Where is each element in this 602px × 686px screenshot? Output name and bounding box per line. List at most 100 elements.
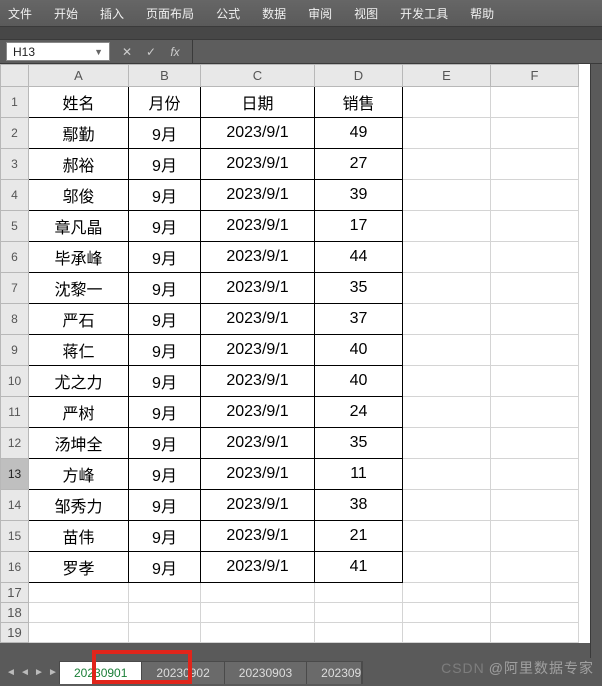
row-header[interactable]: 19 — [1, 623, 29, 643]
data-cell[interactable]: 2023/9/1 — [201, 459, 315, 490]
name-box[interactable]: H13 ▼ — [6, 42, 110, 61]
menu-item[interactable]: 数据 — [262, 5, 286, 22]
sheet-tab[interactable]: Sheet1 — [361, 661, 363, 684]
empty-cell[interactable] — [403, 149, 491, 180]
data-cell[interactable]: 2023/9/1 — [201, 211, 315, 242]
empty-cell[interactable] — [403, 335, 491, 366]
empty-cell[interactable] — [491, 304, 579, 335]
empty-cell[interactable] — [403, 242, 491, 273]
data-cell[interactable]: 9月 — [129, 366, 201, 397]
data-cell[interactable]: 2023/9/1 — [201, 490, 315, 521]
sheet-tab[interactable]: 20230902 — [141, 661, 224, 684]
data-cell[interactable]: 39 — [315, 180, 403, 211]
accept-icon[interactable]: ✓ — [144, 45, 158, 59]
cancel-icon[interactable]: ✕ — [120, 45, 134, 59]
data-cell[interactable]: 严树 — [29, 397, 129, 428]
data-cell[interactable]: 日期 — [201, 87, 315, 118]
empty-cell[interactable] — [315, 603, 403, 623]
empty-cell[interactable] — [403, 490, 491, 521]
data-cell[interactable]: 蒋仁 — [29, 335, 129, 366]
empty-cell[interactable] — [491, 603, 579, 623]
row-header[interactable]: 18 — [1, 603, 29, 623]
menu-item[interactable]: 页面布局 — [146, 5, 194, 22]
empty-cell[interactable] — [491, 552, 579, 583]
data-cell[interactable]: 章凡晶 — [29, 211, 129, 242]
tab-nav-button[interactable]: ► — [32, 667, 46, 678]
data-cell[interactable]: 尤之力 — [29, 366, 129, 397]
row-header[interactable]: 4 — [1, 180, 29, 211]
tab-nav-button[interactable]: ◄ — [4, 667, 18, 678]
empty-cell[interactable] — [491, 583, 579, 603]
empty-cell[interactable] — [491, 335, 579, 366]
data-cell[interactable]: 35 — [315, 273, 403, 304]
data-cell[interactable]: 9月 — [129, 180, 201, 211]
column-header[interactable]: C — [201, 65, 315, 87]
data-cell[interactable]: 9月 — [129, 118, 201, 149]
formula-input[interactable] — [192, 40, 602, 63]
data-cell[interactable]: 邹秀力 — [29, 490, 129, 521]
empty-cell[interactable] — [403, 366, 491, 397]
empty-cell[interactable] — [403, 87, 491, 118]
data-cell[interactable]: 9月 — [129, 397, 201, 428]
column-header[interactable]: D — [315, 65, 403, 87]
row-header[interactable]: 16 — [1, 552, 29, 583]
data-cell[interactable]: 销售 — [315, 87, 403, 118]
row-header[interactable]: 1 — [1, 87, 29, 118]
empty-cell[interactable] — [403, 304, 491, 335]
sheet-tab[interactable]: 20230904 — [306, 661, 362, 684]
chevron-down-icon[interactable]: ▼ — [94, 47, 103, 57]
data-cell[interactable]: 方峰 — [29, 459, 129, 490]
empty-cell[interactable] — [403, 273, 491, 304]
data-cell[interactable]: 9月 — [129, 273, 201, 304]
empty-cell[interactable] — [491, 149, 579, 180]
data-cell[interactable]: 罗孝 — [29, 552, 129, 583]
empty-cell[interactable] — [403, 552, 491, 583]
sheet-tab[interactable]: 20230903 — [224, 661, 307, 684]
data-cell[interactable]: 严石 — [29, 304, 129, 335]
empty-cell[interactable] — [403, 118, 491, 149]
data-cell[interactable]: 郝裕 — [29, 149, 129, 180]
data-cell[interactable]: 9月 — [129, 552, 201, 583]
column-header[interactable]: E — [403, 65, 491, 87]
data-cell[interactable]: 2023/9/1 — [201, 428, 315, 459]
empty-cell[interactable] — [403, 623, 491, 643]
row-header[interactable]: 10 — [1, 366, 29, 397]
empty-cell[interactable] — [403, 211, 491, 242]
empty-cell[interactable] — [491, 118, 579, 149]
empty-cell[interactable] — [491, 242, 579, 273]
empty-cell[interactable] — [491, 180, 579, 211]
empty-cell[interactable] — [201, 603, 315, 623]
menu-item[interactable]: 插入 — [100, 5, 124, 22]
data-cell[interactable]: 9月 — [129, 490, 201, 521]
row-header[interactable]: 12 — [1, 428, 29, 459]
row-header[interactable]: 5 — [1, 211, 29, 242]
empty-cell[interactable] — [491, 273, 579, 304]
empty-cell[interactable] — [29, 623, 129, 643]
data-cell[interactable]: 2023/9/1 — [201, 180, 315, 211]
data-cell[interactable]: 35 — [315, 428, 403, 459]
menu-item[interactable]: 审阅 — [308, 5, 332, 22]
data-cell[interactable]: 44 — [315, 242, 403, 273]
data-cell[interactable]: 月份 — [129, 87, 201, 118]
data-cell[interactable]: 9月 — [129, 149, 201, 180]
row-header[interactable]: 17 — [1, 583, 29, 603]
empty-cell[interactable] — [201, 583, 315, 603]
empty-cell[interactable] — [491, 490, 579, 521]
data-cell[interactable]: 2023/9/1 — [201, 397, 315, 428]
data-cell[interactable]: 41 — [315, 552, 403, 583]
menu-item[interactable]: 视图 — [354, 5, 378, 22]
data-cell[interactable]: 9月 — [129, 428, 201, 459]
empty-cell[interactable] — [491, 623, 579, 643]
column-header[interactable]: B — [129, 65, 201, 87]
data-cell[interactable]: 2023/9/1 — [201, 366, 315, 397]
empty-cell[interactable] — [29, 583, 129, 603]
data-cell[interactable]: 9月 — [129, 304, 201, 335]
data-cell[interactable]: 2023/9/1 — [201, 149, 315, 180]
data-cell[interactable]: 27 — [315, 149, 403, 180]
tab-nav-button[interactable]: ◄ — [18, 667, 32, 678]
data-cell[interactable]: 2023/9/1 — [201, 273, 315, 304]
data-cell[interactable]: 沈黎一 — [29, 273, 129, 304]
empty-cell[interactable] — [315, 623, 403, 643]
row-header[interactable]: 7 — [1, 273, 29, 304]
data-cell[interactable]: 40 — [315, 366, 403, 397]
